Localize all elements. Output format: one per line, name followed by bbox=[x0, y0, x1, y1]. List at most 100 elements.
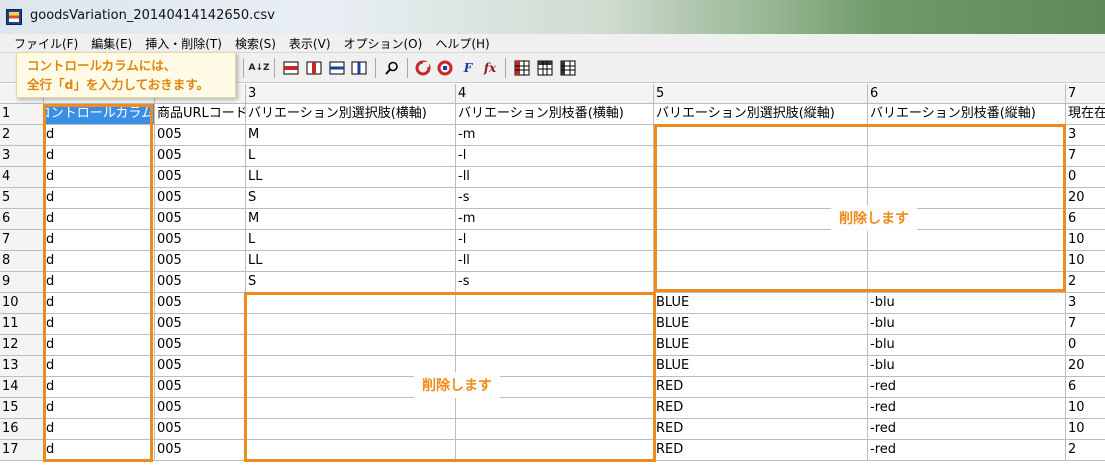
data-cell[interactable]: d bbox=[44, 293, 155, 314]
data-cell[interactable] bbox=[246, 293, 456, 314]
data-cell[interactable]: 3 bbox=[1066, 125, 1105, 146]
data-cell[interactable]: d bbox=[44, 440, 155, 461]
data-cell[interactable]: d bbox=[44, 272, 155, 293]
data-cell[interactable]: 005 bbox=[155, 356, 246, 377]
data-cell[interactable]: M bbox=[246, 125, 456, 146]
header-cell[interactable]: バリエーション別枝番(横軸) bbox=[456, 104, 654, 125]
data-cell[interactable] bbox=[868, 188, 1066, 209]
data-cell[interactable] bbox=[868, 230, 1066, 251]
data-cell[interactable]: BLUE bbox=[654, 335, 868, 356]
delete-column-icon[interactable] bbox=[350, 59, 368, 77]
data-cell[interactable] bbox=[868, 125, 1066, 146]
menu-insert-delete[interactable]: 挿入・削除(T) bbox=[145, 35, 222, 52]
column-header[interactable]: 4 bbox=[456, 84, 654, 104]
data-cell[interactable]: 10 bbox=[1066, 230, 1105, 251]
data-cell[interactable]: 2 bbox=[1066, 440, 1105, 461]
data-cell[interactable]: 0 bbox=[1066, 335, 1105, 356]
data-cell[interactable] bbox=[246, 440, 456, 461]
header-cell[interactable]: 現在在庫数 bbox=[1066, 104, 1105, 125]
data-cell[interactable]: -blu bbox=[868, 293, 1066, 314]
spreadsheet-grid[interactable]: 12345671コントロールカラム商品URLコードバリエーション別選択肢(横軸)… bbox=[0, 84, 1105, 473]
data-cell[interactable]: S bbox=[246, 188, 456, 209]
row-header[interactable]: 7 bbox=[0, 230, 44, 251]
data-cell[interactable]: 005 bbox=[155, 188, 246, 209]
header-cell[interactable]: バリエーション別選択肢(横軸) bbox=[246, 104, 456, 125]
menu-edit[interactable]: 編集(E) bbox=[91, 35, 132, 52]
insert-row-icon[interactable] bbox=[282, 59, 300, 77]
data-cell[interactable]: L bbox=[246, 230, 456, 251]
data-cell[interactable] bbox=[456, 398, 654, 419]
row-header[interactable]: 3 bbox=[0, 146, 44, 167]
data-cell[interactable]: -blu bbox=[868, 335, 1066, 356]
data-cell[interactable]: d bbox=[44, 230, 155, 251]
data-cell[interactable]: -m bbox=[456, 209, 654, 230]
data-cell[interactable] bbox=[654, 251, 868, 272]
data-cell[interactable]: 005 bbox=[155, 167, 246, 188]
grid-header-icon[interactable] bbox=[559, 59, 577, 77]
row-header[interactable]: 13 bbox=[0, 356, 44, 377]
data-cell[interactable] bbox=[654, 167, 868, 188]
data-cell[interactable]: 2 bbox=[1066, 272, 1105, 293]
data-cell[interactable]: 7 bbox=[1066, 314, 1105, 335]
data-cell[interactable]: -blu bbox=[868, 356, 1066, 377]
data-cell[interactable]: BLUE bbox=[654, 314, 868, 335]
data-cell[interactable]: 005 bbox=[155, 230, 246, 251]
column-header[interactable]: 3 bbox=[246, 84, 456, 104]
data-cell[interactable]: -l bbox=[456, 146, 654, 167]
row-header[interactable]: 2 bbox=[0, 125, 44, 146]
data-cell[interactable]: d bbox=[44, 209, 155, 230]
data-cell[interactable]: 6 bbox=[1066, 209, 1105, 230]
data-cell[interactable] bbox=[456, 356, 654, 377]
data-cell[interactable]: 005 bbox=[155, 398, 246, 419]
header-cell[interactable]: 商品URLコード bbox=[155, 104, 246, 125]
data-cell[interactable]: 005 bbox=[155, 377, 246, 398]
data-cell[interactable]: d bbox=[44, 356, 155, 377]
data-cell[interactable] bbox=[246, 377, 456, 398]
data-cell[interactable]: d bbox=[44, 125, 155, 146]
data-cell[interactable]: M bbox=[246, 209, 456, 230]
data-cell[interactable]: 0 bbox=[1066, 167, 1105, 188]
data-cell[interactable]: 3 bbox=[1066, 293, 1105, 314]
data-cell[interactable]: S bbox=[246, 272, 456, 293]
grid-icon[interactable] bbox=[536, 59, 554, 77]
column-header[interactable]: 7 bbox=[1066, 84, 1105, 104]
sort-icon[interactable]: A↓Z bbox=[248, 59, 269, 77]
data-cell[interactable]: -s bbox=[456, 272, 654, 293]
header-cell[interactable]: バリエーション別選択肢(縦軸) bbox=[654, 104, 868, 125]
data-cell[interactable]: 7 bbox=[1066, 146, 1105, 167]
row-header[interactable]: 8 bbox=[0, 251, 44, 272]
data-cell[interactable] bbox=[246, 398, 456, 419]
data-cell[interactable] bbox=[456, 314, 654, 335]
data-cell[interactable]: BLUE bbox=[654, 293, 868, 314]
data-cell[interactable]: -blu bbox=[868, 314, 1066, 335]
row-header[interactable]: 1 bbox=[0, 104, 44, 125]
data-cell[interactable]: d bbox=[44, 377, 155, 398]
data-cell[interactable]: -s bbox=[456, 188, 654, 209]
data-cell[interactable]: BLUE bbox=[654, 356, 868, 377]
data-cell[interactable]: 005 bbox=[155, 272, 246, 293]
data-cell[interactable]: 10 bbox=[1066, 251, 1105, 272]
data-cell[interactable]: RED bbox=[654, 419, 868, 440]
data-cell[interactable]: -l bbox=[456, 230, 654, 251]
row-header[interactable]: 11 bbox=[0, 314, 44, 335]
menu-options[interactable]: オプション(O) bbox=[344, 35, 423, 52]
data-cell[interactable] bbox=[246, 356, 456, 377]
data-cell[interactable]: -ll bbox=[456, 251, 654, 272]
data-cell[interactable]: d bbox=[44, 251, 155, 272]
data-cell[interactable] bbox=[456, 419, 654, 440]
data-cell[interactable] bbox=[868, 209, 1066, 230]
column-header[interactable]: 5 bbox=[654, 84, 868, 104]
menu-file[interactable]: ファイル(F) bbox=[14, 35, 78, 52]
data-cell[interactable] bbox=[654, 209, 868, 230]
header-cell[interactable]: コントロールカラム bbox=[44, 104, 155, 125]
data-cell[interactable]: 005 bbox=[155, 419, 246, 440]
data-cell[interactable]: 005 bbox=[155, 314, 246, 335]
data-cell[interactable]: 005 bbox=[155, 293, 246, 314]
row-header[interactable]: 6 bbox=[0, 209, 44, 230]
data-cell[interactable]: 005 bbox=[155, 251, 246, 272]
data-cell[interactable] bbox=[456, 440, 654, 461]
row-header[interactable]: 12 bbox=[0, 335, 44, 356]
insert-column-icon[interactable] bbox=[305, 59, 323, 77]
data-cell[interactable] bbox=[456, 293, 654, 314]
data-cell[interactable] bbox=[868, 167, 1066, 188]
